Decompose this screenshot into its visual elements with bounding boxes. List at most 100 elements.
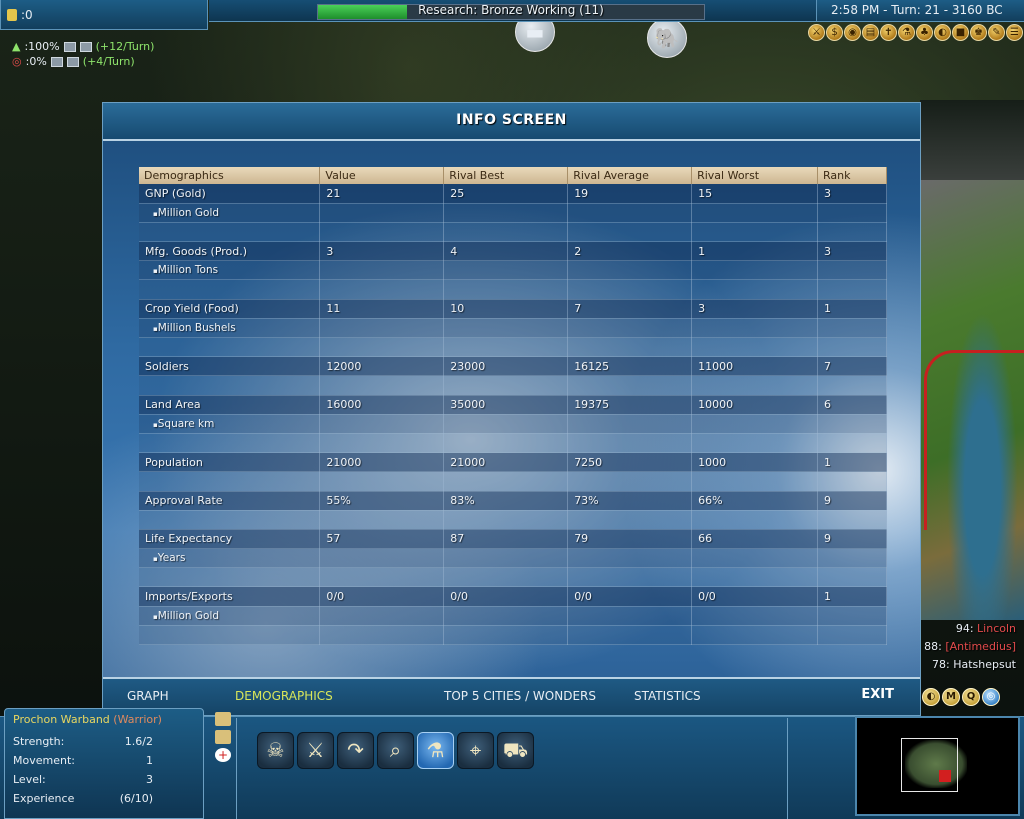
map-route-icon[interactable]: ⌖ <box>457 732 494 769</box>
religion-advisor-icon[interactable]: ✝ <box>880 23 897 41</box>
table-cell: 4 <box>443 241 569 262</box>
table-cell: 3 <box>817 184 888 204</box>
research-panel[interactable]: Research: Bronze Working (11) <box>209 0 816 22</box>
table-cell: Population <box>139 452 321 473</box>
exit-button[interactable]: EXIT <box>861 687 894 702</box>
table-cell <box>319 625 445 646</box>
table-cell <box>443 260 569 281</box>
map-lens-icon[interactable]: ◐ <box>922 688 940 706</box>
map-query-icon[interactable]: Q <box>962 688 980 706</box>
table-cell: 21 <box>319 184 445 204</box>
table-cell <box>139 510 321 530</box>
table-cell: 11000 <box>691 356 818 377</box>
table-cell: Square km <box>139 414 321 434</box>
table-cell: 3 <box>319 241 445 262</box>
table-cell <box>443 375 569 396</box>
tab-demographics[interactable]: DEMOGRAPHICS <box>235 689 333 703</box>
table-cell: 73% <box>567 491 693 511</box>
info-advisor-icon[interactable]: ✎ <box>988 23 1005 41</box>
finance-advisor-icon[interactable]: $ <box>826 23 843 41</box>
crossed-swords-icon[interactable]: ⚔ <box>297 732 334 769</box>
table-cell: 9 <box>817 491 888 511</box>
science-rate: :100% <box>24 40 60 53</box>
potion-icon[interactable]: ⚗ <box>417 732 454 769</box>
table-cell: 15 <box>691 184 818 204</box>
tab-statistics[interactable]: STATISTICS <box>634 689 701 703</box>
table-cell <box>443 337 569 358</box>
unit-level: Level: 3 <box>13 773 153 786</box>
table-cell <box>319 414 445 434</box>
table-cell <box>319 318 445 339</box>
table-cell: 11 <box>319 299 445 319</box>
table-row <box>139 567 888 588</box>
cart-icon[interactable]: ⛟ <box>497 732 534 769</box>
upgrade-icon[interactable] <box>215 730 231 744</box>
return-arrow-icon[interactable]: ↷ <box>337 732 374 769</box>
table-cell <box>319 510 445 530</box>
globe-view-icon[interactable]: ◎ <box>982 688 1000 706</box>
map-units-icon[interactable]: M <box>942 688 960 706</box>
table-row: Approval Rate 55% 83% 73% 66% 9 <box>139 491 888 511</box>
science-advisor-icon[interactable]: ⚗ <box>898 23 915 41</box>
column-header: Demographics <box>139 167 321 184</box>
table-cell: 9 <box>817 529 888 550</box>
time-turn-label: 2:58 PM - Turn: 21 - 3160 BC <box>831 3 1003 17</box>
culture-minus-button[interactable] <box>66 56 79 67</box>
table-cell: Imports/Exports <box>139 586 321 607</box>
promotion-icon[interactable] <box>215 712 231 726</box>
table-cell <box>139 471 321 492</box>
table-cell <box>691 567 818 588</box>
minimap[interactable] <box>855 716 1020 816</box>
skull-icon[interactable]: ☠ <box>257 732 294 769</box>
tab-top5-cities-wonders[interactable]: TOP 5 CITIES / WONDERS <box>444 689 596 703</box>
table-cell: Crop Yield (Food) <box>139 299 321 319</box>
gold-icon <box>7 8 17 21</box>
table-row: Million Gold <box>139 203 888 223</box>
domestic-advisor-icon[interactable]: ■ <box>952 23 969 41</box>
table-cell: 16000 <box>319 395 445 415</box>
military-advisor-icon[interactable]: ⚔ <box>808 23 825 41</box>
options-advisor-icon[interactable]: ☰ <box>1006 23 1023 41</box>
rival-border <box>924 350 1024 530</box>
minimap-viewport[interactable] <box>901 738 958 792</box>
minimap-buttons: ◐ M Q ◎ <box>922 688 1000 706</box>
scroll-advisor-icon[interactable]: ▤ <box>862 23 879 41</box>
table-cell: 1 <box>817 586 888 607</box>
table-row <box>139 279 888 300</box>
info-screen-tabs: GRAPH DEMOGRAPHICS TOP 5 CITIES / WONDER… <box>103 677 920 715</box>
trade-advisor-icon[interactable]: ◉ <box>844 23 861 41</box>
leaderboard-entry[interactable]: 94: Lincoln <box>920 620 1016 638</box>
table-cell <box>567 625 693 646</box>
table-cell: 1 <box>691 241 818 262</box>
table-cell <box>319 279 445 300</box>
table-cell <box>319 433 445 454</box>
table-cell <box>567 279 693 300</box>
table-cell <box>139 279 321 300</box>
table-cell <box>817 260 888 281</box>
table-cell <box>319 471 445 492</box>
science-plus-button[interactable] <box>63 41 76 52</box>
tab-graph[interactable]: GRAPH <box>127 689 169 703</box>
table-cell <box>319 567 445 588</box>
table-cell <box>139 625 321 646</box>
leaderboard-entry[interactable]: 78: Hatshepsut <box>920 656 1016 674</box>
table-cell: 87 <box>443 529 569 550</box>
culture-advisor-icon[interactable]: ♣ <box>916 23 933 41</box>
culture-plus-button[interactable] <box>50 56 63 67</box>
science-minus-button[interactable] <box>79 41 92 52</box>
victory-advisor-icon[interactable]: ♚ <box>970 23 987 41</box>
stat-value: 1 <box>146 754 153 767</box>
elephant-resource-icon[interactable]: 🐘 <box>647 18 687 58</box>
espionage-advisor-icon[interactable]: ◐ <box>934 23 951 41</box>
table-cell: Million Gold <box>139 203 321 223</box>
table-row <box>139 625 888 646</box>
table-cell <box>567 260 693 281</box>
table-row: Mfg. Goods (Prod.) 3 4 2 1 3 <box>139 241 888 262</box>
heal-icon[interactable]: + <box>215 748 231 762</box>
leaderboard-entry[interactable]: 88: [Antimedius] <box>920 638 1016 656</box>
table-cell: 66 <box>691 529 818 550</box>
table-cell: 1 <box>817 299 888 319</box>
table-cell: 7 <box>817 356 888 377</box>
spyglass-icon[interactable]: ⌕ <box>377 732 414 769</box>
table-cell <box>443 548 569 569</box>
